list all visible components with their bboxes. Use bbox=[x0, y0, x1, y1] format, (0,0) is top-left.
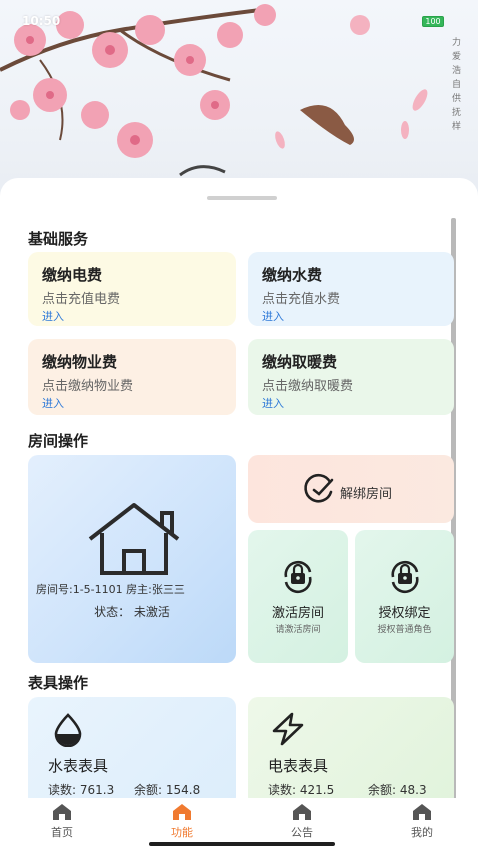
tab-label: 功能 bbox=[171, 826, 193, 839]
function-sheet: 基础服务 缴纳电费 点击充值电费 进入 缴纳水费 点击充值水费 进入 缴纳物业费… bbox=[0, 178, 478, 850]
service-title: 缴纳物业费 bbox=[42, 353, 118, 371]
service-subtitle: 点击缴纳物业费 bbox=[42, 379, 134, 394]
enter-link[interactable]: 进入 bbox=[262, 395, 284, 411]
tab-home[interactable]: 首页 bbox=[32, 802, 92, 840]
service-title: 缴纳水费 bbox=[262, 266, 323, 284]
activate-label: 激活房间 bbox=[271, 606, 324, 621]
meter-balance: 余额: 48.3 bbox=[368, 783, 427, 797]
section-title-meter: 表具操作 bbox=[28, 674, 89, 692]
tab-announcement[interactable]: 公告 bbox=[272, 802, 332, 840]
unbind-check-icon bbox=[304, 473, 334, 503]
home-indicator[interactable] bbox=[149, 842, 335, 846]
authorize-sublabel: 授权普通角色 bbox=[377, 625, 432, 635]
enter-link[interactable]: 进入 bbox=[42, 395, 64, 411]
tab-label: 我的 bbox=[411, 826, 433, 839]
home-icon bbox=[53, 804, 71, 820]
decorative-vertical-text: 力 爱 浩 自 供 抚 样 bbox=[452, 38, 462, 132]
room-status: 状态： 未激活 bbox=[94, 605, 170, 619]
meter-title: 电表表具 bbox=[268, 757, 329, 775]
header-illustration: 10:50 100 力 爱 浩 自 供 抚 样 bbox=[0, 0, 478, 200]
section-title-basic: 基础服务 bbox=[28, 230, 89, 248]
meter-values: 读数: 421.5 余额: 48.3 bbox=[268, 781, 427, 798]
authorize-bind-button[interactable]: 授权绑定 授权普通角色 bbox=[355, 530, 454, 663]
lock-refresh-icon bbox=[391, 560, 419, 594]
enter-link[interactable]: 进入 bbox=[42, 308, 64, 324]
room-info-card[interactable]: 房间号:1-5-1101 房主:张三三 状态： 未激活 bbox=[28, 455, 236, 663]
water-meter-card[interactable]: 水表表具 读数: 761.3 余额: 154.8 bbox=[28, 697, 236, 807]
activate-sublabel: 请激活房间 bbox=[275, 625, 321, 635]
tab-function[interactable]: 功能 bbox=[152, 802, 212, 840]
house-icon bbox=[88, 503, 180, 575]
service-subtitle: 点击充值水费 bbox=[262, 292, 341, 307]
section-title-room: 房间操作 bbox=[28, 432, 89, 450]
authorize-label: 授权绑定 bbox=[378, 606, 431, 621]
battery-icon: 100 bbox=[422, 16, 444, 27]
lock-refresh-icon bbox=[284, 560, 312, 594]
unbind-room-button[interactable]: 解绑房间 bbox=[248, 455, 454, 523]
enter-link[interactable]: 进入 bbox=[262, 308, 284, 324]
electric-meter-card[interactable]: 电表表具 读数: 421.5 余额: 48.3 bbox=[248, 697, 454, 807]
tab-profile[interactable]: 我的 bbox=[392, 802, 452, 840]
announcement-icon bbox=[293, 804, 311, 820]
meter-reading: 读数: 761.3 bbox=[48, 783, 115, 797]
activate-room-button[interactable]: 激活房间 请激活房间 bbox=[248, 530, 348, 663]
service-subtitle: 点击充值电费 bbox=[42, 292, 121, 307]
sheet-grabber[interactable] bbox=[207, 196, 277, 200]
service-title: 缴纳电费 bbox=[42, 266, 103, 284]
unbind-label: 解绑房间 bbox=[340, 487, 393, 502]
meter-title: 水表表具 bbox=[48, 757, 109, 775]
pay-electric-card[interactable]: 缴纳电费 点击充值电费 进入 bbox=[28, 252, 236, 326]
pay-heating-card[interactable]: 缴纳取暖费 点击缴纳取暖费 进入 bbox=[248, 339, 454, 415]
function-icon bbox=[173, 804, 191, 820]
room-number-owner: 房间号:1-5-1101 房主:张三三 bbox=[36, 583, 185, 596]
meter-balance: 余额: 154.8 bbox=[134, 783, 201, 797]
water-drop-icon bbox=[54, 713, 82, 747]
service-title: 缴纳取暖费 bbox=[262, 353, 338, 371]
meter-reading: 读数: 421.5 bbox=[268, 783, 335, 797]
service-subtitle: 点击缴纳取暖费 bbox=[262, 379, 354, 394]
meter-values: 读数: 761.3 余额: 154.8 bbox=[48, 781, 200, 798]
status-time: 10:50 bbox=[22, 14, 61, 28]
pay-property-card[interactable]: 缴纳物业费 点击缴纳物业费 进入 bbox=[28, 339, 236, 415]
tab-label: 公告 bbox=[291, 826, 313, 839]
lightning-icon bbox=[272, 712, 304, 746]
tab-label: 首页 bbox=[51, 826, 73, 839]
profile-icon bbox=[413, 804, 431, 820]
pay-water-card[interactable]: 缴纳水费 点击充值水费 进入 bbox=[248, 252, 454, 326]
